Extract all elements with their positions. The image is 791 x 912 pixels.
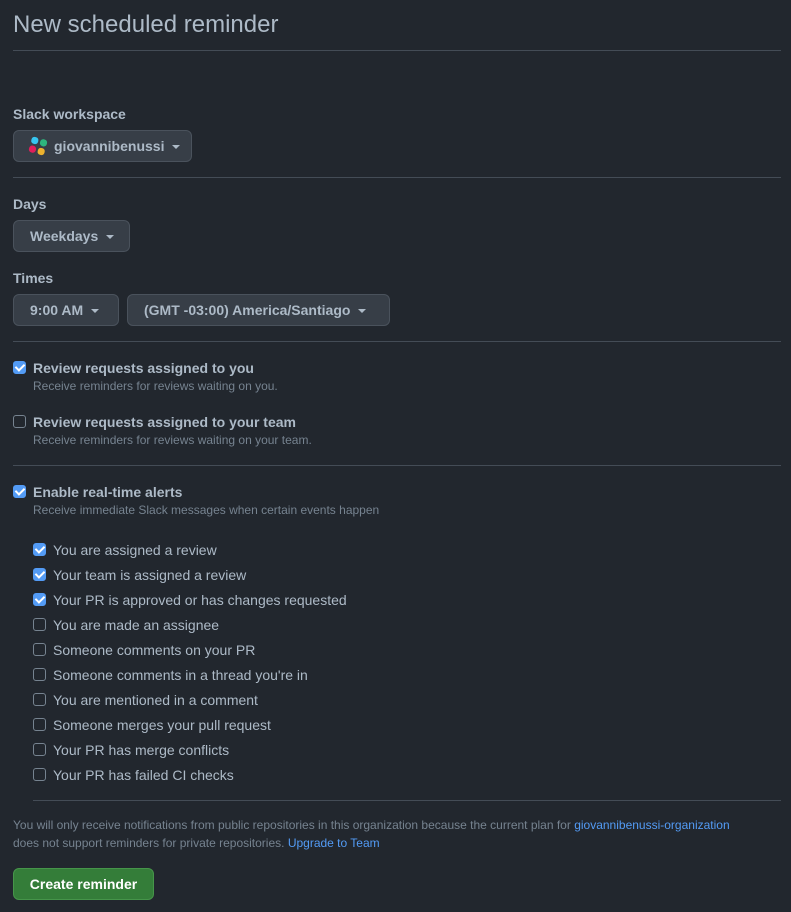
event-checkbox-pr-approved[interactable] xyxy=(33,593,46,606)
times-label: Times xyxy=(13,270,54,286)
event-checkbox-made-assignee[interactable] xyxy=(33,618,46,631)
plan-notice-text-middle: does not support reminders for private r… xyxy=(13,836,288,850)
upgrade-link[interactable]: Upgrade to Team xyxy=(288,836,380,850)
event-label: You are assigned a review xyxy=(53,542,217,558)
event-label: Someone merges your pull request xyxy=(53,717,271,733)
event-label: Your PR has merge conflicts xyxy=(53,742,230,758)
event-label: Someone comments on your PR xyxy=(53,642,256,658)
realtime-alerts-title: Enable real-time alerts xyxy=(33,484,183,500)
workspace-divider xyxy=(13,177,781,178)
event-checkbox-assigned-review[interactable] xyxy=(33,543,46,556)
page-title: New scheduled reminder xyxy=(13,11,279,38)
event-label: Someone comments in a thread you're in xyxy=(53,667,308,683)
event-label: Your PR has failed CI checks xyxy=(53,767,234,783)
event-label: Your PR is approved or has changes reque… xyxy=(53,592,347,608)
slack-icon xyxy=(28,136,48,156)
review-assigned-team-desc: Receive reminders for reviews waiting on… xyxy=(33,433,312,447)
timezone-dropdown[interactable]: (GMT -03:00) America/Santiago xyxy=(127,294,390,326)
event-checkbox-comments-in-thread[interactable] xyxy=(33,668,46,681)
times-divider xyxy=(13,341,781,342)
event-label: Your team is assigned a review xyxy=(53,567,247,583)
events-divider xyxy=(33,800,781,801)
organization-link[interactable]: giovannibenussi-organization xyxy=(574,818,729,832)
review-assigned-you-checkbox[interactable] xyxy=(13,361,26,374)
chevron-down-icon xyxy=(106,234,115,239)
days-dropdown[interactable]: Weekdays xyxy=(13,220,130,252)
create-reminder-button[interactable]: Create reminder xyxy=(13,868,154,900)
event-label: You are mentioned in a comment xyxy=(53,692,258,708)
event-checkbox-merges-pr[interactable] xyxy=(33,718,46,731)
plan-notice: You will only receive notifications from… xyxy=(13,816,753,852)
chevron-down-icon xyxy=(91,308,100,313)
workspace-label: Slack workspace xyxy=(13,106,126,122)
plan-notice-text: You will only receive notifications from… xyxy=(13,818,575,832)
event-checkbox-comments-on-pr[interactable] xyxy=(33,643,46,656)
event-checkbox-team-assigned-review[interactable] xyxy=(33,568,46,581)
chevron-down-icon xyxy=(358,308,367,313)
review-assigned-team-checkbox[interactable] xyxy=(13,415,26,428)
workspace-value: giovannibenussi xyxy=(54,138,165,154)
event-label: You are made an assignee xyxy=(53,617,220,633)
workspace-dropdown[interactable]: giovannibenussi xyxy=(13,130,192,162)
days-label: Days xyxy=(13,196,47,212)
title-divider xyxy=(13,50,781,51)
review-assigned-team-title: Review requests assigned to your team xyxy=(33,414,296,430)
time-value: 9:00 AM xyxy=(30,302,84,318)
review-assigned-you-desc: Receive reminders for reviews waiting on… xyxy=(33,379,278,393)
time-dropdown[interactable]: 9:00 AM xyxy=(13,294,119,326)
days-value: Weekdays xyxy=(30,228,99,244)
chevron-down-icon xyxy=(172,144,181,149)
event-checkbox-merge-conflicts[interactable] xyxy=(33,743,46,756)
event-checkbox-failed-ci[interactable] xyxy=(33,768,46,781)
realtime-alerts-desc: Receive immediate Slack messages when ce… xyxy=(33,503,380,517)
event-checkbox-mentioned[interactable] xyxy=(33,693,46,706)
review-divider xyxy=(13,465,781,466)
timezone-value: (GMT -03:00) America/Santiago xyxy=(144,302,351,318)
realtime-alerts-checkbox[interactable] xyxy=(13,485,26,498)
review-assigned-you-title: Review requests assigned to you xyxy=(33,360,254,376)
